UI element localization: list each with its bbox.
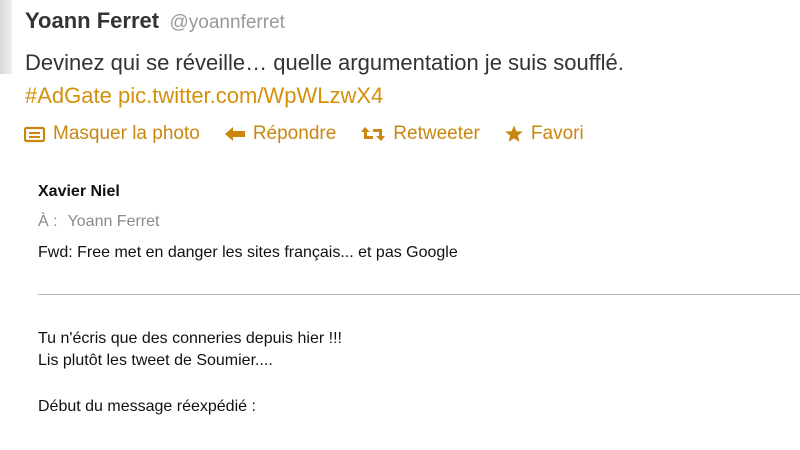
avatar[interactable]	[0, 0, 12, 74]
email-body-line: Tu n'écris que des conneries depuis hier…	[38, 330, 342, 347]
tweet: Yoann Ferret @yoannferret Devinez qui se…	[0, 0, 800, 450]
hide-photo-label: Masquer la photo	[53, 123, 200, 144]
tweet-text-line: Devinez qui se réveille… quelle argument…	[25, 50, 624, 75]
email-body: Tu n'écris que des conneries depuis hier…	[38, 328, 798, 418]
email-sender: Xavier Niel	[38, 183, 120, 200]
email-divider	[38, 294, 800, 295]
favorite-label: Favori	[530, 123, 584, 144]
photo-icon	[24, 126, 46, 143]
email-recipient-line: À : Yoann Ferret	[38, 210, 798, 234]
reply-icon	[224, 127, 245, 141]
tweet-text: Devinez qui se réveille… quelle argument…	[25, 46, 795, 112]
tweet-actions: Masquer la photo Répondre Retweeter Favo…	[24, 120, 608, 148]
reply-button[interactable]: Répondre	[224, 123, 336, 145]
email-body-line: Lis plutôt les tweet de Soumier....	[38, 352, 273, 369]
tweet-links-line: #AdGate pic.twitter.com/WpWLzwX4	[25, 79, 795, 112]
email-to-label: À :	[38, 213, 58, 230]
retweet-icon	[361, 127, 386, 141]
email-body-line: Début du message réexpédié :	[38, 398, 256, 415]
author-handle[interactable]: @yoannferret	[170, 12, 285, 33]
hide-photo-button[interactable]: Masquer la photo	[24, 123, 200, 145]
email-subject: Fwd: Free met en danger les sites frança…	[38, 244, 458, 261]
retweet-button[interactable]: Retweeter	[360, 123, 480, 145]
author-name[interactable]: Yoann Ferret	[25, 8, 159, 33]
retweet-label: Retweeter	[393, 123, 480, 144]
reply-label: Répondre	[252, 123, 337, 144]
hashtag-link[interactable]: #AdGate	[25, 83, 112, 108]
tweet-header: Yoann Ferret @yoannferret	[25, 8, 285, 34]
email-photo-content: Xavier Niel À : Yoann Ferret Fwd: Free me…	[38, 180, 798, 265]
email-to-value: Yoann Ferret	[67, 213, 160, 230]
star-icon	[505, 125, 523, 142]
photo-link[interactable]: pic.twitter.com/WpWLzwX4	[118, 83, 383, 108]
favorite-button[interactable]: Favori	[504, 123, 584, 145]
